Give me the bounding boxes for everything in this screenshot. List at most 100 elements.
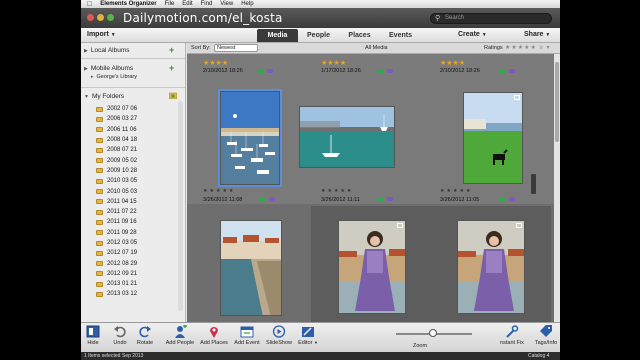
import-label: Import [87,31,109,38]
folder-item[interactable]: 2002 07 06 [96,104,137,114]
sidebar-scrollbar[interactable] [178,101,183,311]
add-event-button[interactable]: Add Event [231,325,263,346]
tag-badge-icon[interactable] [259,197,265,201]
menu-find[interactable]: Find [201,1,213,7]
folder-item[interactable]: 2011 04 15 [96,197,137,207]
zoom-slider-handle[interactable] [429,329,437,337]
media-thumbnail-woman[interactable] [338,220,406,314]
folder-icon [96,158,103,164]
instant-fix-button[interactable]: nstant Fix [499,325,525,346]
rating-stars[interactable]: ★★★★ [203,59,228,67]
sidebar-my-folders[interactable]: ▼ My Folders [84,93,124,100]
scroll-thumb[interactable] [555,62,559,142]
tag-badge-icon[interactable] [377,69,383,73]
sidebar-local-albums[interactable]: ▶ Local Albums [84,47,130,54]
folder-item[interactable]: 2013 01 21 [96,279,137,289]
menu-edit[interactable]: Edit [182,1,192,7]
rating-stars-empty[interactable]: ★★★★★ [440,188,472,194]
folder-item[interactable]: 2012 08 29 [96,258,137,268]
media-thumbnail-harbor-wall[interactable] [220,220,282,316]
add-event-label: Add Event [234,340,260,346]
sort-select[interactable]: Newest [214,44,258,52]
expand-icon[interactable] [514,95,520,100]
expand-icon[interactable] [516,223,522,228]
folder-item[interactable]: 2008 04 18 [96,135,137,145]
folder-item[interactable]: 2011 09 28 [96,228,137,238]
tag-badge-icon[interactable] [377,197,383,201]
sidebar-library[interactable]: ▸ George's Library [91,74,137,80]
ratings-filter-stars[interactable]: ★★★★★ ≥ ▾ [505,44,551,51]
add-album-icon[interactable]: + [169,46,174,55]
undo-button[interactable]: Undo [111,325,129,346]
media-thumbnail-woman-2[interactable] [457,220,525,314]
folder-item[interactable]: 2012 07 19 [96,248,137,258]
tags-info-button[interactable]: Tags/Info [533,325,559,346]
folder-label: 2006 03 27 [107,116,138,123]
apple-icon[interactable]:  [87,1,92,8]
share-button[interactable]: Share ▼ [524,31,550,38]
tab-people[interactable]: People [298,29,339,42]
media-thumbnail-horse[interactable] [463,92,523,184]
tab-events[interactable]: Events [380,29,421,42]
close-window-button[interactable] [87,14,94,21]
media-thumbnail-boat[interactable] [299,106,395,168]
search-input[interactable]: ⚲ Search [430,13,552,24]
tab-places[interactable]: Places [339,29,380,42]
folder-item[interactable]: 2011 07 22 [96,207,137,217]
folder-item[interactable]: 2011 09 16 [96,217,137,227]
folder-item[interactable]: 2012 09 21 [96,269,137,279]
add-people-button[interactable]: Add People [164,324,196,346]
folder-item[interactable]: 2006 03 27 [96,114,137,124]
folder-item[interactable]: 2009 10 28 [96,166,137,176]
create-button[interactable]: Create ▼ [458,31,487,38]
tag-badge-icon[interactable] [499,69,505,73]
minimize-window-button[interactable] [97,14,104,21]
import-button[interactable]: Import ▼ [87,31,116,38]
folder-item[interactable]: 2010 05 03 [96,186,137,196]
expand-icon[interactable] [397,223,403,228]
info-badge-icon[interactable] [509,69,515,73]
info-badge-icon[interactable] [387,197,393,201]
grid-scrollbar[interactable] [554,54,560,322]
stack-expand-icon[interactable] [531,174,536,194]
media-thumbnail-harbor[interactable] [218,89,282,187]
hide-button[interactable]: Hide [84,325,102,346]
info-badge-icon[interactable] [267,69,273,73]
rating-stars-empty[interactable]: ★★★★★ [203,188,235,194]
folder-item[interactable]: 2009 05 02 [96,155,137,165]
add-people-label: Add People [165,340,195,346]
folder-list: 2002 07 06 2006 03 27 2006 11 06 2008 04… [96,104,137,300]
folder-item[interactable]: 2008 07 21 [96,145,137,155]
info-badge-icon[interactable] [269,197,275,201]
tab-media[interactable]: Media [257,29,298,42]
rating-stars[interactable]: ★★★★ [321,59,346,67]
folder-view-icon[interactable] [168,92,178,100]
sidebar-mobile-albums[interactable]: ▶ Mobile Albums [84,65,133,72]
menu-view[interactable]: View [220,1,233,7]
rating-stars-empty[interactable]: ★★★★★ [321,188,353,194]
info-badge-icon[interactable] [387,69,393,73]
add-mobile-album-icon[interactable]: + [169,64,174,73]
editor-button[interactable]: Editor ▼ [297,325,319,346]
folder-item[interactable]: 2013 03 12 [96,289,137,299]
rotate-button[interactable]: Rotate [135,325,155,346]
folder-item[interactable]: 2012 03 05 [96,238,137,248]
info-badge-icon[interactable] [509,197,515,201]
zoom-window-button[interactable] [107,14,114,21]
menu-bar:  Elements Organizer File Edit Find View… [81,0,560,8]
add-places-button[interactable]: Add Places [199,325,229,346]
tag-badge-icon[interactable] [499,197,505,201]
editor-label: Editor ▼ [298,340,318,346]
menu-help[interactable]: Help [241,1,253,7]
rating-stars[interactable]: ★★★★ [440,59,465,67]
tag-badge-icon[interactable] [257,69,263,73]
folder-label: 2009 05 02 [107,157,138,164]
menu-app-name[interactable]: Elements Organizer [100,1,156,7]
catalog-name[interactable]: Catalog 4 [528,353,549,359]
folder-icon [96,209,103,215]
folder-item[interactable]: 2010 03 05 [96,176,137,186]
media-date: 2/10/2012 18:26 [203,68,243,74]
menu-file[interactable]: File [165,1,175,7]
slideshow-button[interactable]: SlideShow [265,325,293,346]
folder-item[interactable]: 2006 11 06 [96,125,137,135]
